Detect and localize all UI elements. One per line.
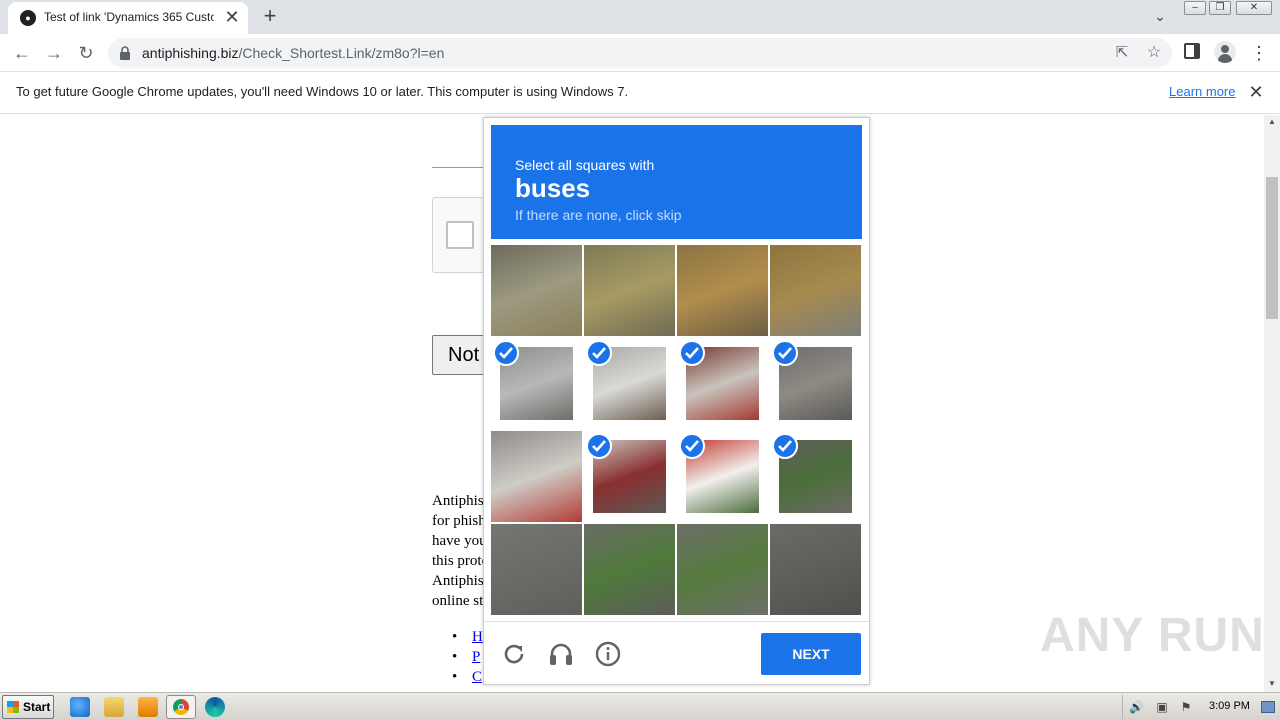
network-icon[interactable]: ▣: [1155, 700, 1169, 714]
reload-page-icon[interactable]: ↻: [72, 39, 100, 67]
browser-tab[interactable]: ● Test of link 'Dynamics 365 Customer ✕: [8, 2, 248, 34]
selected-check-icon: [586, 433, 612, 459]
tile-image: [491, 524, 582, 615]
reload-challenge-icon[interactable]: [500, 640, 528, 668]
recaptcha-checkbox[interactable]: [446, 221, 474, 249]
tab-search-chevron-icon[interactable]: ⌄: [1150, 6, 1170, 26]
speaker-icon[interactable]: 🔊: [1129, 700, 1144, 714]
challenge-target-word: buses: [515, 173, 591, 203]
new-tab-button[interactable]: +: [258, 4, 282, 28]
scroll-up-arrow-icon[interactable]: ▲: [1264, 115, 1280, 129]
forward-arrow-icon[interactable]: →: [40, 39, 68, 67]
image-tile[interactable]: [770, 245, 861, 336]
challenge-header: Select all squares with buses If there a…: [491, 125, 862, 239]
taskbar-clock[interactable]: 3:09 PM: [1209, 700, 1250, 712]
tab-title: Test of link 'Dynamics 365 Customer: [44, 10, 214, 24]
captcha-challenge-dialog: Select all squares with buses If there a…: [483, 117, 870, 685]
selected-check-icon: [772, 340, 798, 366]
selected-check-icon: [493, 340, 519, 366]
audio-challenge-icon[interactable]: [547, 640, 575, 668]
anyrun-watermark: ANY RUN: [1040, 609, 1265, 662]
url-text[interactable]: antiphishing.biz/Check_Shortest.Link/zm8…: [142, 45, 444, 61]
file-explorer-icon[interactable]: [104, 697, 124, 717]
scroll-down-arrow-icon[interactable]: ▼: [1264, 677, 1280, 691]
footer-divider: [484, 621, 869, 622]
info-icon[interactable]: [594, 640, 622, 668]
internet-explorer-icon[interactable]: [70, 697, 90, 717]
tile-image: [677, 245, 768, 336]
windows-logo-icon: [7, 701, 19, 713]
selected-check-icon: [679, 340, 705, 366]
image-tile[interactable]: [584, 245, 675, 336]
image-tile[interactable]: [677, 524, 768, 615]
minimize-button[interactable]: –: [1184, 1, 1206, 15]
selected-check-icon: [772, 433, 798, 459]
restore-button[interactable]: ❐: [1209, 1, 1231, 15]
chrome-taskbar-button[interactable]: [166, 695, 196, 719]
share-icon[interactable]: ⇱: [1112, 43, 1132, 63]
profile-avatar-icon[interactable]: [1214, 41, 1236, 63]
learn-more-link[interactable]: Learn more: [1169, 84, 1235, 99]
infobar-message: To get future Google Chrome updates, you…: [16, 84, 629, 99]
image-tile[interactable]: [770, 524, 861, 615]
image-tile[interactable]: [584, 524, 675, 615]
image-tile[interactable]: [677, 431, 768, 522]
image-tile[interactable]: [491, 524, 582, 615]
tab-strip: ● Test of link 'Dynamics 365 Customer ✕ …: [0, 0, 1280, 34]
image-tile-grid: [491, 245, 862, 616]
system-tray: 🔊 ▣ ⚑ 3:09 PM: [1122, 695, 1278, 719]
challenge-skip-hint: If there are none, click skip: [515, 207, 682, 223]
tab-close-icon[interactable]: ✕: [222, 7, 242, 27]
image-tile[interactable]: [584, 431, 675, 522]
menu-kebab-icon[interactable]: ⋮: [1250, 39, 1268, 67]
tile-image: [584, 245, 675, 336]
scroll-thumb[interactable]: [1266, 177, 1278, 319]
selected-check-icon: [586, 340, 612, 366]
action-center-flag-icon[interactable]: ⚑: [1179, 700, 1193, 714]
image-tile[interactable]: [770, 431, 861, 522]
image-tile[interactable]: [584, 338, 675, 429]
windows-taskbar: Start 🔊 ▣ ⚑ 3:09 PM: [0, 692, 1280, 720]
chrome-icon-center: [178, 704, 184, 710]
challenge-instruction: Select all squares with: [515, 157, 655, 173]
window-close-button[interactable]: ✕: [1236, 1, 1272, 15]
tile-image: [677, 524, 768, 615]
url-path: /Check_Shortest.Link/zm8o?l=en: [238, 45, 445, 61]
url-host: antiphishing.biz: [142, 45, 239, 61]
update-infobar: To get future Google Chrome updates, you…: [0, 72, 1280, 114]
image-tile[interactable]: [677, 245, 768, 336]
side-panel-icon[interactable]: [1184, 43, 1200, 59]
page-scrollbar[interactable]: ▲ ▼: [1264, 115, 1280, 692]
image-tile[interactable]: [491, 338, 582, 429]
bookmark-star-icon[interactable]: ☆: [1144, 43, 1164, 63]
tile-image: [491, 431, 582, 522]
edge-icon[interactable]: [205, 697, 225, 717]
lock-icon[interactable]: [120, 46, 130, 60]
start-button[interactable]: Start: [2, 695, 54, 719]
tile-image: [491, 245, 582, 336]
image-tile[interactable]: [677, 338, 768, 429]
tile-image: [770, 245, 861, 336]
selected-check-icon: [679, 433, 705, 459]
tile-image: [584, 524, 675, 615]
next-button[interactable]: NEXT: [761, 633, 861, 675]
show-desktop-icon[interactable]: [1261, 701, 1275, 713]
image-tile[interactable]: [770, 338, 861, 429]
infobar-close-icon[interactable]: ✕: [1246, 82, 1266, 102]
back-arrow-icon[interactable]: ←: [8, 39, 36, 67]
lock-favicon-icon: ●: [20, 10, 36, 26]
image-tile[interactable]: [491, 431, 582, 522]
browser-toolbar: ← → ↻ antiphishing.biz/Check_Shortest.Li…: [0, 34, 1280, 72]
tile-image: [770, 524, 861, 615]
media-player-icon[interactable]: [138, 697, 158, 717]
start-label: Start: [23, 700, 51, 714]
image-tile[interactable]: [491, 245, 582, 336]
address-bar[interactable]: antiphishing.biz/Check_Shortest.Link/zm8…: [108, 38, 1172, 68]
